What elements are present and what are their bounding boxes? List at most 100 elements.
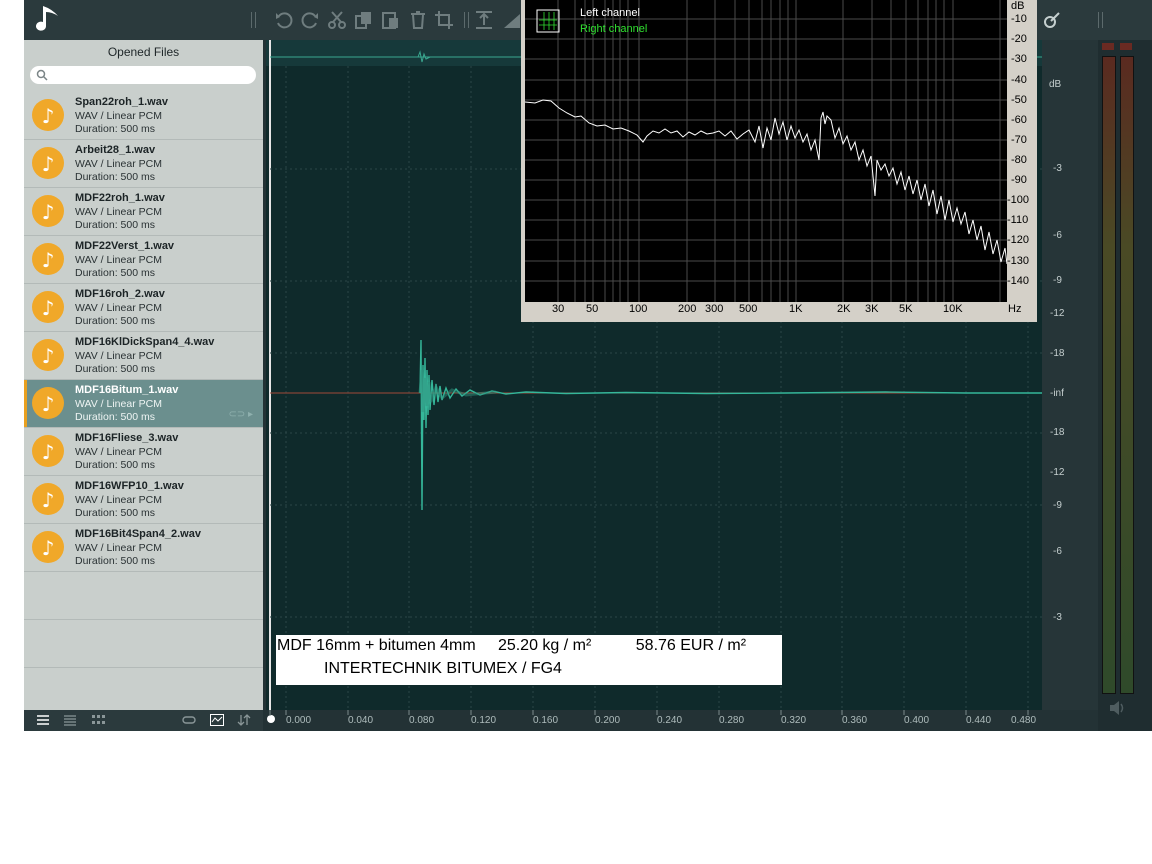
- music-note-logo-icon[interactable]: [34, 4, 64, 36]
- file-format: WAV / Linear PCM: [75, 494, 162, 506]
- hz-tick-label: 5K: [899, 303, 913, 315]
- file-format: WAV / Linear PCM: [75, 350, 162, 362]
- file-item-selected[interactable]: ♪ MDF16Bitum_1.wav WAV / Linear PCM Duratio…: [24, 380, 263, 428]
- hz-tick-label: 3K: [865, 303, 879, 315]
- meter-right: [1120, 56, 1134, 694]
- file-item[interactable]: ♪ MDF16roh_2.wav WAV / Linear PCM Duration:…: [24, 284, 263, 332]
- scale-label: -6: [1053, 546, 1062, 557]
- db-tick-label: -50: [1011, 94, 1027, 106]
- db-tick-label: -20: [1011, 33, 1027, 45]
- list-view-icon[interactable]: [63, 714, 77, 726]
- audio-file-icon: ♪: [32, 195, 64, 227]
- file-name: Arbeit28_1.wav: [75, 144, 156, 156]
- time-tick-label: 0.080: [409, 715, 435, 726]
- volume-icon[interactable]: [1108, 700, 1128, 716]
- db-tick-label: -140: [1007, 275, 1030, 287]
- file-duration: Duration: 500 ms: [75, 459, 155, 471]
- db-tick-label: -110: [1007, 214, 1029, 226]
- db-tick-label: -30: [1011, 53, 1027, 65]
- hz-tick-label: 10K: [943, 303, 963, 315]
- clip-indicator-left[interactable]: [1102, 43, 1114, 50]
- panel-title: Opened Files: [107, 45, 180, 59]
- time-tick-label: 0.240: [657, 715, 683, 726]
- file-item[interactable]: ♪ MDF16KlDickSpan4_4.wav WAV / Linear PCM D…: [24, 332, 263, 380]
- toolbar-separator: [251, 12, 256, 28]
- audio-file-icon: ♪: [32, 435, 64, 467]
- hz-tick-label: 30: [552, 303, 565, 315]
- file-format: WAV / Linear PCM: [75, 110, 162, 122]
- legend-left-channel: Left channel: [580, 7, 640, 19]
- cut-icon[interactable]: [327, 10, 347, 30]
- crop-icon[interactable]: [434, 10, 454, 30]
- waveform-view-icon[interactable]: [210, 714, 224, 726]
- time-tick-label: 0.360: [842, 715, 868, 726]
- search-icon: [36, 69, 48, 81]
- delete-icon[interactable]: [408, 10, 428, 30]
- audio-file-icon: ♪: [32, 387, 64, 419]
- meter-left: [1102, 56, 1116, 694]
- normalize-icon[interactable]: [474, 10, 494, 30]
- time-tick-label: 0.120: [471, 715, 497, 726]
- annotation-box: MDF 16mm + bitumen 4mm 25.20 kg / m² 58.…: [276, 635, 782, 685]
- spectrum-analyzer-panel: Left channel Right channel dB -10 -20 -3…: [521, 0, 1037, 322]
- file-item[interactable]: ♪ MDF22Verst_1.wav WAV / Linear PCM Duratio…: [24, 236, 263, 284]
- time-tick-label: 0.200: [595, 715, 621, 726]
- hz-tick-label: 200: [678, 303, 697, 315]
- annotation-line-1: MDF 16mm + bitumen 4mm 25.20 kg / m² 58.…: [277, 637, 747, 654]
- hz-tick-label: 500: [739, 303, 758, 315]
- time-tick-label: 0.480: [1011, 715, 1037, 726]
- db-tick-label: -80: [1011, 154, 1027, 166]
- time-tick-label: 0.320: [781, 715, 807, 726]
- fade-icon[interactable]: [502, 10, 522, 30]
- file-item[interactable]: ♪ MDF16WFP10_1.wav WAV / Linear PCM Duratio…: [24, 476, 263, 524]
- file-format: WAV / Linear PCM: [75, 158, 162, 170]
- search-input[interactable]: [30, 66, 256, 84]
- tuning-icon[interactable]: [1042, 10, 1062, 30]
- scale-label: -9: [1053, 500, 1062, 511]
- file-name: MDF16Bitum_1.wav: [75, 384, 179, 396]
- link-files-icon[interactable]: [182, 714, 196, 726]
- file-duration: Duration: 500 ms: [75, 555, 155, 567]
- audio-file-icon: ♪: [32, 339, 64, 371]
- level-scale: dB -3 -6 -9 -12 -18 -inf -18 -12 -9 -6 -…: [1042, 40, 1098, 710]
- file-name: Span22roh_1.wav: [75, 96, 168, 108]
- redo-icon[interactable]: [300, 10, 320, 30]
- clip-indicator-right[interactable]: [1120, 43, 1132, 50]
- file-item[interactable]: ♪ MDF22roh_1.wav WAV / Linear PCM Duration:…: [24, 188, 263, 236]
- file-name: MDF16KlDickSpan4_4.wav: [75, 336, 215, 348]
- scale-label: -12: [1050, 308, 1065, 319]
- file-format: WAV / Linear PCM: [75, 206, 162, 218]
- file-duration: Duration: 500 ms: [75, 411, 155, 423]
- scale-label: -9: [1053, 275, 1062, 286]
- file-name: MDF16roh_2.wav: [75, 288, 165, 300]
- audio-file-icon: ♪: [32, 291, 64, 323]
- time-tick-label: 0.160: [533, 715, 559, 726]
- undo-icon[interactable]: [274, 10, 294, 30]
- scale-label: -inf: [1050, 388, 1064, 399]
- file-item[interactable]: ♪ Arbeit28_1.wav WAV / Linear PCM Duration:…: [24, 140, 263, 188]
- hz-tick-label: 50: [586, 303, 599, 315]
- hz-tick-label: 1K: [789, 303, 803, 315]
- file-item[interactable]: ♪ Span22roh_1.wav WAV / Linear PCM Duration…: [24, 92, 263, 140]
- hz-tick-label: 300: [705, 303, 724, 315]
- spectrum-plot: Left channel Right channel: [525, 0, 1007, 302]
- sidebar-view-bar: [24, 710, 263, 731]
- db-tick-label: -70: [1011, 134, 1027, 146]
- grid-view-icon[interactable]: [91, 714, 105, 726]
- file-item[interactable]: ♪ MDF16Bit4Span4_2.wav WAV / Linear PCM Dur…: [24, 524, 263, 572]
- db-tick-label: -100: [1007, 194, 1030, 206]
- db-tick-label: -60: [1011, 114, 1027, 126]
- file-format: WAV / Linear PCM: [75, 542, 162, 554]
- legend-right-channel: Right channel: [580, 23, 648, 35]
- time-tick-label: 0.280: [719, 715, 745, 726]
- paste-icon[interactable]: [380, 10, 400, 30]
- opened-files-panel: Opened Files ♪ Span22roh_1.wav WAV / Linea…: [24, 40, 263, 710]
- sort-icon[interactable]: [237, 714, 251, 726]
- file-item[interactable]: ♪ MDF16Fliese_3.wav WAV / Linear PCM Durati…: [24, 428, 263, 476]
- copy-icon[interactable]: [354, 10, 374, 30]
- file-name: MDF22roh_1.wav: [75, 192, 165, 204]
- time-ruler[interactable]: 0.000 0.040 0.080 0.120 0.160 0.200 0.24…: [266, 710, 1042, 731]
- link-icon[interactable]: ⊂⊃ ▸: [228, 409, 253, 420]
- detail-view-icon[interactable]: [36, 714, 50, 726]
- file-duration: Duration: 500 ms: [75, 123, 155, 135]
